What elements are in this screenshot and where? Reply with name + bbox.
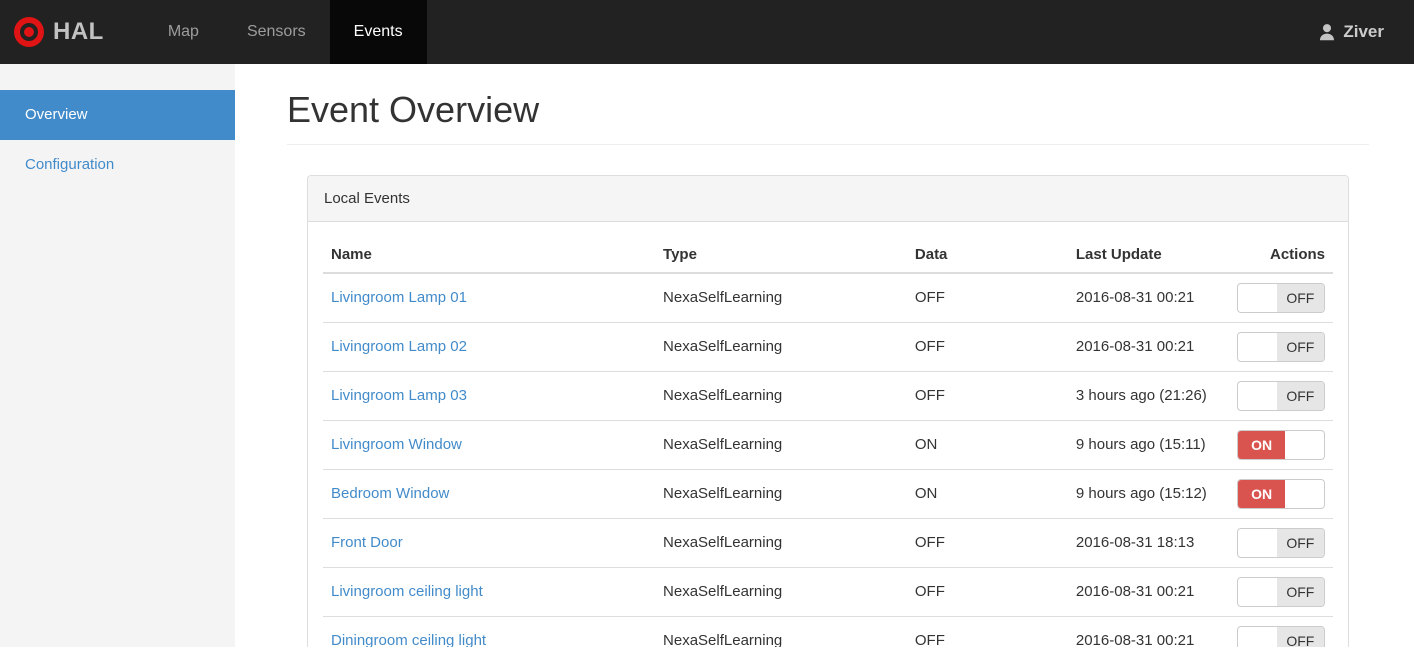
main-content: Event Overview Local Events Name Type Da…: [235, 64, 1414, 647]
tab-events[interactable]: Events: [329, 0, 427, 64]
event-type: NexaSelfLearning: [655, 518, 907, 568]
event-last-update: 3 hours ago (21:26): [1067, 371, 1229, 421]
sidebar-list: Overview Configuration: [0, 90, 235, 190]
navbar-spacer: [427, 0, 1319, 64]
table-row: Livingroom Lamp 03 NexaSelfLearning OFF …: [323, 371, 1333, 421]
toggle-switch[interactable]: OFF: [1237, 527, 1325, 558]
event-data: ON: [906, 469, 1068, 519]
event-type: NexaSelfLearning: [655, 371, 907, 421]
event-last-update: 2016-08-31 00:21: [1067, 567, 1229, 617]
toggle-off-segment: [1285, 480, 1324, 508]
header-data: Data: [906, 236, 1068, 274]
event-last-update: 2016-08-31 00:21: [1067, 322, 1229, 372]
brand-label: HAL: [53, 18, 104, 45]
header-actions: Actions: [1228, 236, 1333, 274]
toggle-switch[interactable]: ON: [1237, 478, 1325, 509]
event-name-link[interactable]: Livingroom Lamp 03: [331, 387, 467, 404]
table-row: Front Door NexaSelfLearning OFF 2016-08-…: [323, 518, 1333, 568]
panel-body: Name Type Data Last Update Actions Livin…: [308, 222, 1348, 647]
event-data: OFF: [906, 616, 1068, 647]
event-type: NexaSelfLearning: [655, 420, 907, 470]
event-data: OFF: [906, 371, 1068, 421]
top-navbar: HAL Map Sensors Events Ziver: [0, 0, 1414, 64]
event-last-update: 2016-08-31 00:21: [1067, 616, 1229, 647]
page-header: Event Overview: [287, 90, 1369, 145]
toggle-off-segment: OFF: [1276, 577, 1324, 606]
event-type: NexaSelfLearning: [655, 469, 907, 519]
event-name-link[interactable]: Livingroom ceiling light: [331, 583, 483, 600]
event-last-update: 2016-08-31 18:13: [1067, 518, 1229, 568]
hal-target-icon: [14, 17, 44, 47]
toggle-on-segment: [1238, 382, 1277, 410]
event-last-update: 2016-08-31 00:21: [1067, 272, 1229, 323]
toggle-switch[interactable]: ON: [1237, 429, 1325, 460]
user-menu[interactable]: Ziver: [1318, 0, 1414, 64]
toggle-on-segment: [1238, 333, 1277, 361]
event-type: NexaSelfLearning: [655, 322, 907, 372]
table-row: Bedroom Window NexaSelfLearning ON 9 hou…: [323, 469, 1333, 519]
toggle-switch[interactable]: OFF: [1237, 576, 1325, 607]
table-row: Diningroom ceiling light NexaSelfLearnin…: [323, 616, 1333, 647]
panel-title: Local Events: [308, 175, 1348, 222]
sidebar-item-overview[interactable]: Overview: [0, 90, 235, 140]
event-data: OFF: [906, 322, 1068, 372]
brand[interactable]: HAL: [0, 0, 126, 64]
event-name-link[interactable]: Front Door: [331, 534, 403, 551]
toggle-off-segment: OFF: [1276, 332, 1324, 361]
toggle-switch[interactable]: OFF: [1237, 625, 1325, 647]
event-last-update: 9 hours ago (15:11): [1067, 420, 1229, 470]
toggle-on-segment: ON: [1238, 430, 1286, 459]
toggle-on-segment: ON: [1238, 479, 1286, 508]
event-data: OFF: [906, 272, 1068, 323]
main-nav: Map Sensors Events: [144, 0, 427, 64]
tab-sensors[interactable]: Sensors: [223, 0, 330, 64]
event-type: NexaSelfLearning: [655, 272, 907, 323]
sidebar: Overview Configuration: [0, 64, 235, 647]
event-name-link[interactable]: Livingroom Window: [331, 436, 462, 453]
toggle-on-segment: [1238, 627, 1277, 647]
toggle-on-segment: [1238, 284, 1277, 312]
toggle-switch[interactable]: OFF: [1237, 282, 1325, 313]
event-last-update: 9 hours ago (15:12): [1067, 469, 1229, 519]
toggle-on-segment: [1238, 529, 1277, 557]
username-label: Ziver: [1343, 22, 1384, 41]
sidebar-item-configuration[interactable]: Configuration: [0, 140, 235, 190]
toggle-off-segment: OFF: [1276, 626, 1324, 647]
event-type: NexaSelfLearning: [655, 567, 907, 617]
toggle-off-segment: OFF: [1276, 381, 1324, 410]
header-type: Type: [655, 236, 907, 274]
event-data: OFF: [906, 567, 1068, 617]
toggle-off-segment: OFF: [1276, 528, 1324, 557]
toggle-off-segment: OFF: [1276, 283, 1324, 312]
tab-map[interactable]: Map: [144, 0, 223, 64]
toggle-off-segment: [1285, 431, 1324, 459]
table-row: Livingroom ceiling light NexaSelfLearnin…: [323, 567, 1333, 617]
event-data: ON: [906, 420, 1068, 470]
event-name-link[interactable]: Bedroom Window: [331, 485, 449, 502]
event-type: NexaSelfLearning: [655, 616, 907, 647]
page-title: Event Overview: [287, 89, 540, 130]
events-table-body: Livingroom Lamp 01 NexaSelfLearning OFF …: [323, 272, 1333, 647]
toggle-switch[interactable]: OFF: [1237, 331, 1325, 362]
toggle-on-segment: [1238, 578, 1277, 606]
table-row: Livingroom Window NexaSelfLearning ON 9 …: [323, 420, 1333, 470]
header-last-update: Last Update: [1067, 236, 1229, 274]
table-row: Livingroom Lamp 01 NexaSelfLearning OFF …: [323, 272, 1333, 323]
table-header-row: Name Type Data Last Update Actions: [323, 236, 1333, 274]
header-name: Name: [323, 236, 656, 274]
person-icon: [1318, 23, 1336, 41]
toggle-switch[interactable]: OFF: [1237, 380, 1325, 411]
events-table: Name Type Data Last Update Actions Livin…: [323, 236, 1333, 647]
event-name-link[interactable]: Livingroom Lamp 01: [331, 289, 467, 306]
event-data: OFF: [906, 518, 1068, 568]
local-events-panel: Local Events Name Type Data Last Update …: [307, 174, 1349, 647]
table-row: Livingroom Lamp 02 NexaSelfLearning OFF …: [323, 322, 1333, 372]
event-name-link[interactable]: Livingroom Lamp 02: [331, 338, 467, 355]
event-name-link[interactable]: Diningroom ceiling light: [331, 632, 486, 647]
